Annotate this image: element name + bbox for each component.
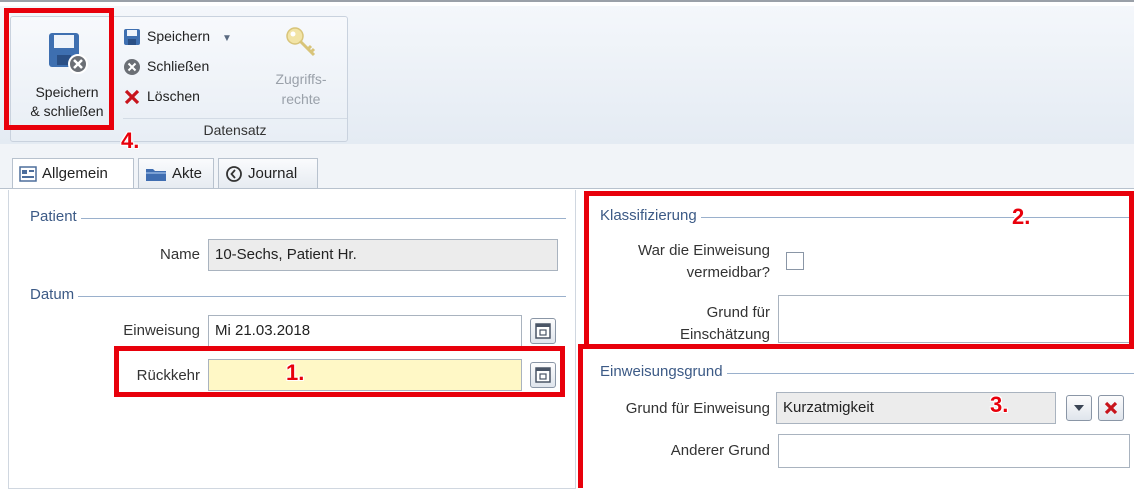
highlight-box-1 xyxy=(114,346,565,397)
einweisung-calendar-button[interactable] xyxy=(530,318,556,344)
patient-section-line xyxy=(30,218,566,219)
folder-icon xyxy=(146,169,166,182)
tab-journal-label: Journal xyxy=(248,165,298,182)
tab-journal[interactable]: Journal xyxy=(218,158,318,188)
datum-section-line xyxy=(30,296,566,297)
save-dropdown-button[interactable]: Speichern ▼ xyxy=(123,25,232,47)
name-field: 10-Sechs, Patient Hr. xyxy=(208,239,558,271)
close-button[interactable]: Schließen xyxy=(123,55,209,77)
key-icon xyxy=(286,27,316,57)
access-rights-button[interactable]: Zugriffs- rechte xyxy=(255,25,347,115)
marker-1: 1. xyxy=(286,360,305,385)
marker-3: 3. xyxy=(990,392,1009,417)
einweisung-date-field[interactable]: Mi 21.03.2018 xyxy=(208,315,522,347)
tab-allgemein[interactable]: Allgemein xyxy=(12,158,134,189)
close-circle-icon xyxy=(124,59,140,76)
einweisung-label: Einweisung xyxy=(123,322,200,339)
close-label: Schließen xyxy=(147,58,210,74)
access-rights-label-1: Zugriffs- xyxy=(275,71,327,87)
form-icon xyxy=(19,166,37,182)
tab-strip: Allgemein Akte Journal xyxy=(0,144,1134,189)
history-icon xyxy=(226,166,242,182)
save-dropdown-label: Speichern xyxy=(147,28,211,44)
highlight-box-3 xyxy=(578,344,1134,488)
tab-allgemein-label: Allgemein xyxy=(42,165,108,182)
patient-section-title: Patient xyxy=(30,208,81,225)
ribbon: Speichern & schließen Speichern ▼ Schlie… xyxy=(0,6,1134,145)
group-label: Datensatz xyxy=(123,118,347,141)
access-rights-label-2: rechte xyxy=(281,91,321,107)
marker-2: 2. xyxy=(1012,204,1031,229)
highlight-box-4 xyxy=(4,8,114,130)
tab-akte-label: Akte xyxy=(172,165,203,182)
delete-x-icon xyxy=(124,90,140,105)
name-label: Name xyxy=(159,246,200,263)
save-icon xyxy=(124,29,140,46)
dropdown-arrow-icon: ▼ xyxy=(221,33,232,44)
datum-section-title: Datum xyxy=(30,286,79,303)
highlight-box-2 xyxy=(584,191,1134,349)
marker-4: 4. xyxy=(121,128,140,153)
delete-button[interactable]: Löschen xyxy=(123,85,200,107)
calendar-icon xyxy=(535,323,551,339)
tab-akte[interactable]: Akte xyxy=(138,158,214,188)
delete-label: Löschen xyxy=(147,88,200,104)
